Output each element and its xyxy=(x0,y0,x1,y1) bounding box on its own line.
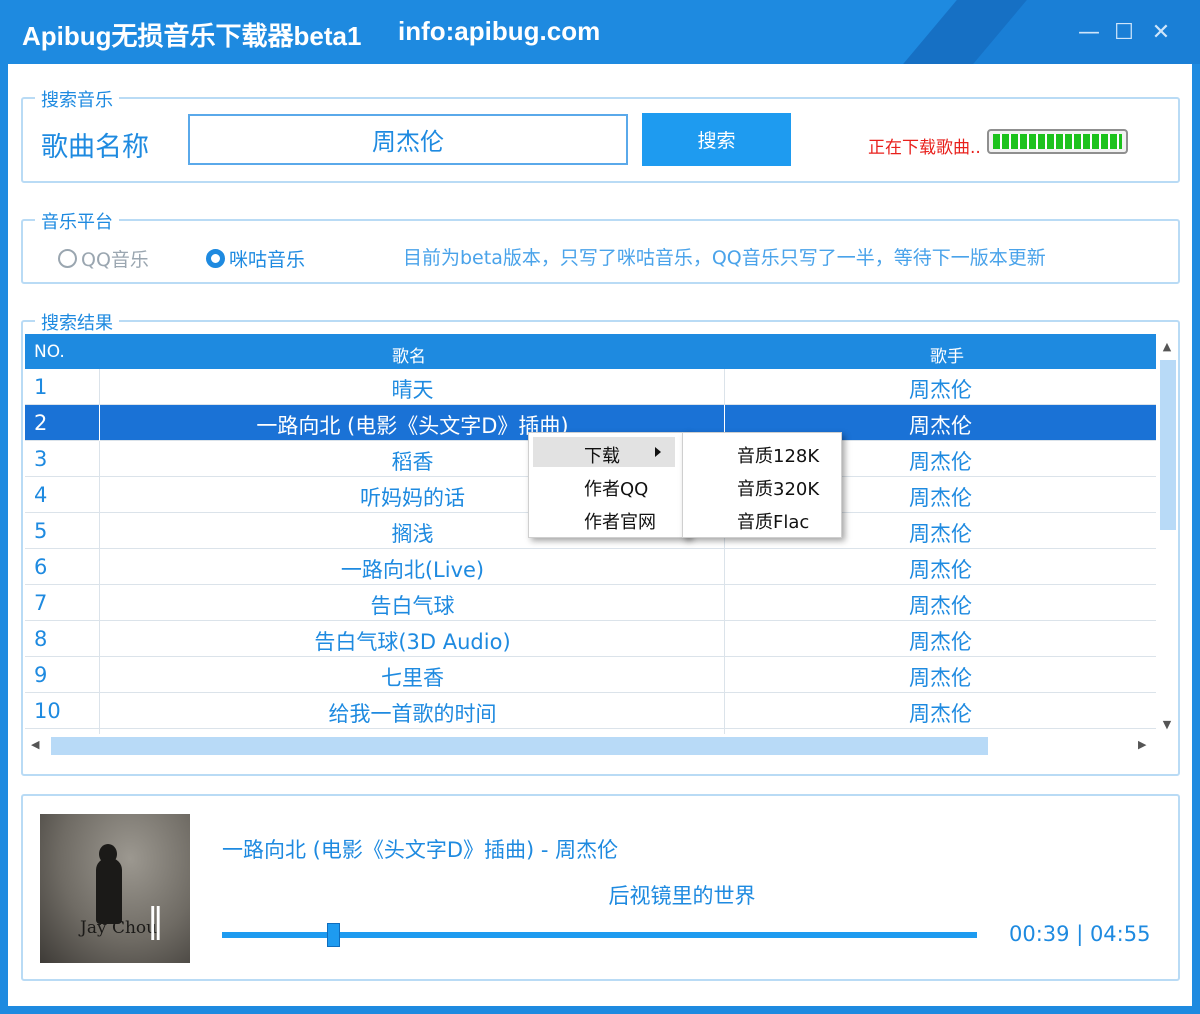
client-area: 搜索音乐 歌曲名称 搜索 正在下载歌曲.. 音乐平台 QQ音乐 咪咕音乐 目前为… xyxy=(8,64,1192,1006)
table-header: NO. 歌名 歌手 xyxy=(25,334,1156,369)
table-row[interactable]: 1 晴天 周杰伦 xyxy=(25,369,1156,405)
context-menu: 下载 作者QQ 作者官网 xyxy=(528,432,690,538)
row-number: 2 xyxy=(34,411,48,435)
menu-item-author-site[interactable]: 作者官网 xyxy=(529,503,689,533)
row-number: 6 xyxy=(34,555,48,579)
submenu-arrow-icon xyxy=(655,447,661,457)
search-input[interactable] xyxy=(188,114,628,165)
row-number: 10 xyxy=(34,699,61,723)
row-song-name: 晴天 xyxy=(391,378,434,402)
row-song-name: 给我一首歌的时间 xyxy=(328,702,497,726)
download-status-text: 正在下载歌曲.. xyxy=(868,138,981,158)
horizontal-scrollbar[interactable]: ◀ ▶ xyxy=(25,734,1156,756)
platform-group: 音乐平台 QQ音乐 咪咕音乐 目前为beta版本，只写了咪咕音乐，QQ音乐只写了… xyxy=(21,208,1180,284)
row-number: 5 xyxy=(34,519,48,543)
results-group-legend: 搜索结果 xyxy=(35,309,119,335)
cover-figure xyxy=(96,858,122,924)
app-info-link: info:apibug.com xyxy=(398,16,601,46)
radio-qq-music-label: QQ音乐 xyxy=(81,249,149,271)
search-button[interactable]: 搜索 xyxy=(642,113,791,166)
radio-migu-music-label: 咪咕音乐 xyxy=(229,249,306,271)
vertical-scroll-thumb[interactable] xyxy=(1160,360,1176,530)
download-submenu: 音质128K 音质320K 音质Flac xyxy=(682,432,842,538)
playback-time: 00:39 | 04:55 xyxy=(1009,922,1151,946)
row-artist: 周杰伦 xyxy=(909,666,972,690)
table-row[interactable]: 8 告白气球(3D Audio) 周杰伦 xyxy=(25,621,1156,657)
row-artist: 周杰伦 xyxy=(909,378,972,402)
title-bar[interactable]: Apibug无损音乐下载器beta1 info:apibug.com — ☐ ✕ xyxy=(0,0,1200,64)
table-row[interactable]: 6 一路向北(Live) 周杰伦 xyxy=(25,549,1156,585)
radio-checked-icon xyxy=(206,249,225,268)
row-artist: 周杰伦 xyxy=(909,702,972,726)
scroll-left-icon[interactable]: ◀ xyxy=(31,738,39,751)
app-title: Apibug无损音乐下载器beta1 xyxy=(22,21,362,51)
radio-migu-music[interactable]: 咪咕音乐 xyxy=(206,245,305,272)
results-group: 搜索结果 NO. 歌名 歌手 1 晴天 周杰伦 2 一路向北 (电影《头文字D》插曲) 周… xyxy=(21,309,1180,776)
app-window: Apibug无损音乐下载器beta1 info:apibug.com — ☐ ✕… xyxy=(0,0,1200,1014)
search-group-legend: 搜索音乐 xyxy=(35,86,119,112)
download-progress-fill xyxy=(993,134,1122,149)
row-number: 8 xyxy=(34,627,48,651)
maximize-icon[interactable]: ☐ xyxy=(1113,22,1135,44)
lyric-line: 后视镜里的世界 xyxy=(608,884,756,908)
row-artist: 周杰伦 xyxy=(909,630,972,654)
submenu-item-320k[interactable]: 音质320K xyxy=(683,470,841,500)
vertical-scrollbar[interactable]: ▲ ▼ xyxy=(1156,334,1178,734)
row-number: 4 xyxy=(34,483,48,507)
row-song-name: 告白气球(3D Audio) xyxy=(314,630,511,654)
minimize-icon[interactable]: — xyxy=(1078,22,1100,44)
cover-artist-text: Jay Chou xyxy=(80,918,158,938)
close-icon[interactable]: ✕ xyxy=(1150,22,1172,44)
player-group: Jay Chou ‖ 一路向北 (电影《头文字D》插曲) - 周杰伦 后视镜里的… xyxy=(21,794,1180,981)
beta-note: 目前为beta版本，只写了咪咕音乐，QQ音乐只写了一半，等待下一版本更新 xyxy=(403,247,1046,269)
table-row[interactable]: 10 给我一首歌的时间 周杰伦 xyxy=(25,693,1156,729)
table-row[interactable]: 9 七里香 周杰伦 xyxy=(25,657,1156,693)
submenu-item-128k[interactable]: 音质128K xyxy=(683,437,841,467)
scroll-right-icon[interactable]: ▶ xyxy=(1138,738,1146,751)
row-song-name: 告白气球 xyxy=(370,594,455,618)
horizontal-scroll-thumb[interactable] xyxy=(51,737,988,755)
platform-group-legend: 音乐平台 xyxy=(35,208,119,234)
playback-progress-bar[interactable] xyxy=(222,923,977,947)
row-artist: 周杰伦 xyxy=(909,558,972,582)
menu-item-author-qq[interactable]: 作者QQ xyxy=(529,470,689,500)
column-header-song[interactable]: 歌名 xyxy=(392,342,426,367)
submenu-item-flac[interactable]: 音质Flac xyxy=(683,503,841,533)
album-cover: Jay Chou xyxy=(40,814,190,963)
row-number: 3 xyxy=(34,447,48,471)
playback-progress-knob[interactable] xyxy=(327,923,340,947)
table-row[interactable]: 7 告白气球 周杰伦 xyxy=(25,585,1156,621)
row-song-name: 一路向北(Live) xyxy=(340,558,485,582)
row-number: 1 xyxy=(34,375,48,399)
row-number: 7 xyxy=(34,591,48,615)
menu-item-download[interactable]: 下载 xyxy=(533,437,675,467)
row-number: 9 xyxy=(34,663,48,687)
scroll-down-icon[interactable]: ▼ xyxy=(1156,718,1178,731)
download-progress-bar xyxy=(987,129,1128,154)
row-artist: 周杰伦 xyxy=(909,594,972,618)
pause-icon[interactable]: ‖ xyxy=(147,904,164,938)
radio-qq-music[interactable]: QQ音乐 xyxy=(58,245,149,272)
column-header-no[interactable]: NO. xyxy=(34,342,65,362)
scroll-up-icon[interactable]: ▲ xyxy=(1156,340,1178,353)
search-group: 搜索音乐 歌曲名称 搜索 正在下载歌曲.. xyxy=(21,86,1180,183)
row-song-name: 七里香 xyxy=(381,666,444,690)
now-playing-title: 一路向北 (电影《头文字D》插曲) - 周杰伦 xyxy=(222,838,619,862)
column-header-artist[interactable]: 歌手 xyxy=(930,342,964,367)
song-name-label: 歌曲名称 xyxy=(41,132,149,163)
radio-unchecked-icon xyxy=(58,249,77,268)
